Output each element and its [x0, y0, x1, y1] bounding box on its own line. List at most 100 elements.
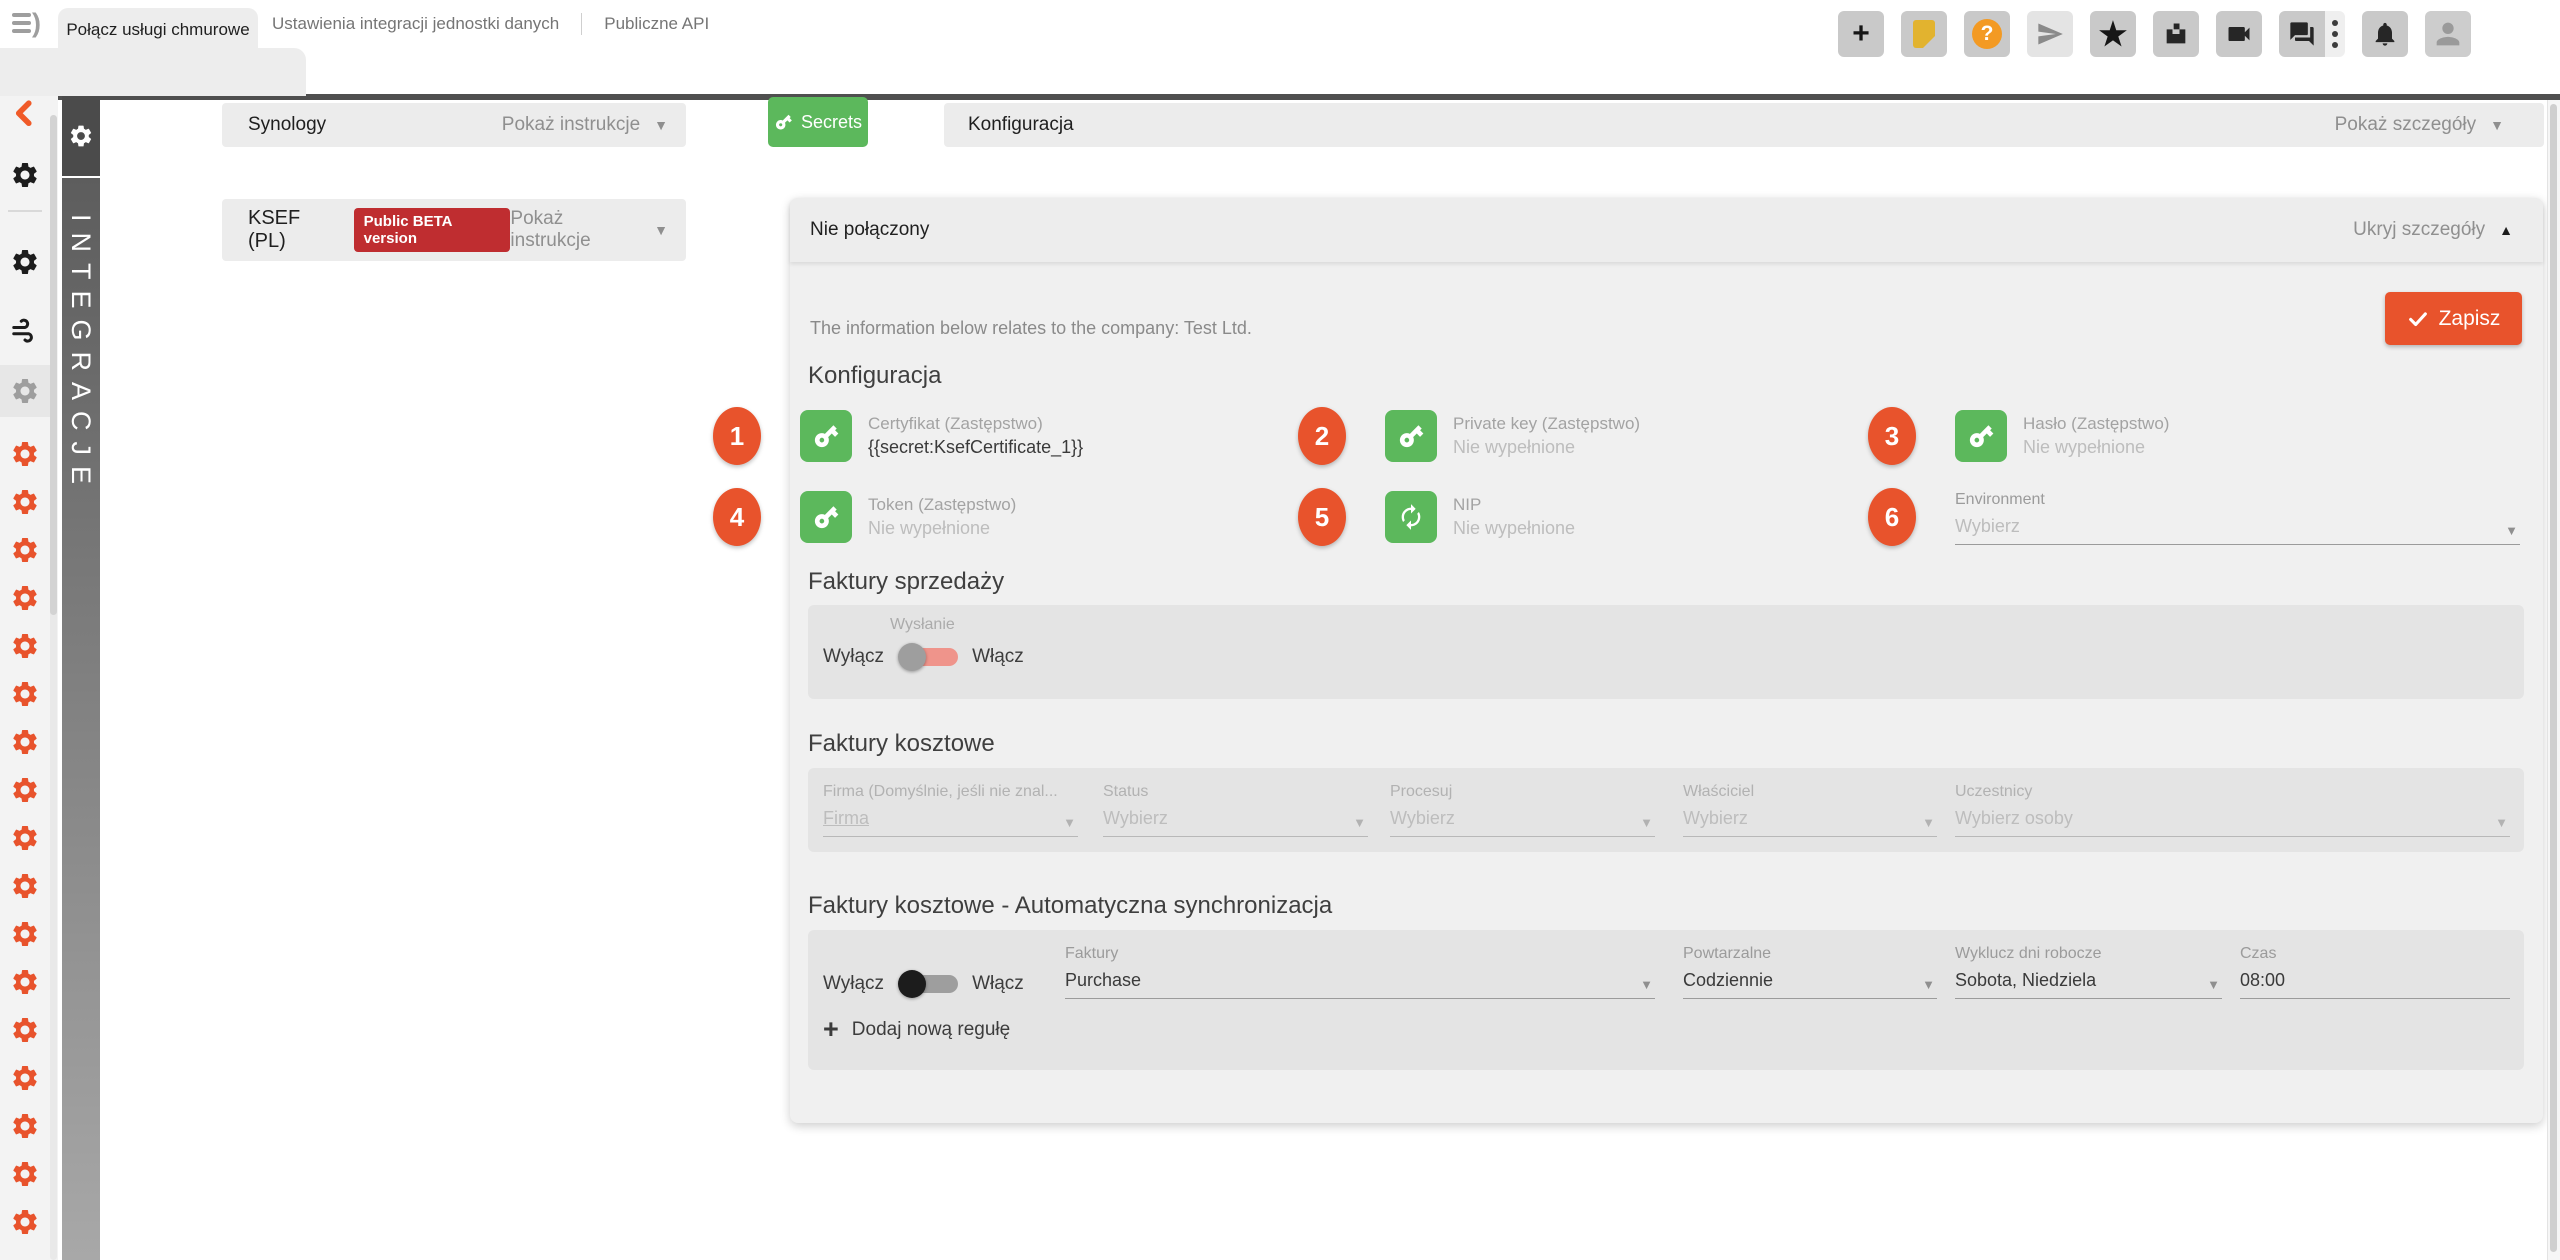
sidebar-item-settings-1[interactable] [0, 151, 50, 199]
integration-gear-icon[interactable] [0, 958, 50, 1006]
tab-data-unit-integration-settings[interactable]: Ustawienia integracji jednostki danych [272, 14, 559, 34]
sales-section-title: Faktury sprzedaży [808, 568, 1004, 596]
integration-gear-icon[interactable] [0, 718, 50, 766]
tab-public-api[interactable]: Publiczne API [604, 14, 709, 34]
chevron-down-icon[interactable]: ▼ [2490, 117, 2504, 133]
toggle-knob [898, 643, 926, 671]
secrets-button[interactable]: Secrets [768, 97, 868, 147]
sidebar-item-flow[interactable] [0, 306, 50, 354]
participants-select[interactable]: Uczestnicy Wybierz osoby ▼ [1955, 782, 2510, 837]
page-scrollbar-thumb[interactable] [2550, 104, 2557, 1252]
field-value: Nie wypełnione [1453, 515, 1575, 541]
show-details-link[interactable]: Pokaż szczegóły [2335, 114, 2477, 136]
field-label: NIP [1453, 494, 1575, 515]
status-select[interactable]: Status Wybierz ▼ [1103, 782, 1368, 837]
show-instructions-link[interactable]: Pokaż instrukcje [510, 208, 640, 252]
show-instructions-link[interactable]: Pokaż instrukcje [502, 114, 640, 136]
field-value: Nie wypełnione [2023, 434, 2169, 460]
hide-details-link[interactable]: Ukryj szczegóły [2353, 219, 2485, 241]
paper-plane-icon [2036, 20, 2064, 48]
config-field-certificate: 1 Certyfikat (Zastępstwo) {{secret:KsefC… [713, 407, 1083, 465]
chat-button[interactable] [2279, 11, 2325, 57]
notifications-button[interactable] [2362, 11, 2408, 57]
time-input[interactable]: Czas 08:00 [2240, 944, 2510, 999]
save-button[interactable]: Zapisz [2385, 292, 2522, 345]
private-key-button[interactable] [1385, 410, 1437, 462]
select-value: Wybierz [1103, 804, 1368, 832]
select-value: Wybierz [1955, 512, 2520, 540]
sync-toggle[interactable] [898, 970, 958, 998]
integration-gear-icon[interactable] [0, 1054, 50, 1102]
kebab-dot-icon [2332, 42, 2338, 48]
step-badge: 1 [713, 407, 761, 465]
more-options-button[interactable] [2325, 11, 2345, 57]
process-select[interactable]: Procesuj Wybierz ▼ [1390, 782, 1655, 837]
exclude-days-select[interactable]: Wyklucz dni robocze Sobota, Niedziela ▼ [1955, 944, 2222, 999]
environment-select[interactable]: Environment Wybierz ▼ [1955, 490, 2520, 545]
invoices-select[interactable]: Faktury Purchase ▼ [1065, 944, 1655, 999]
select-label: Environment [1955, 490, 2520, 510]
video-button[interactable] [2216, 11, 2262, 57]
integration-gear-icon[interactable] [0, 622, 50, 670]
account-button[interactable] [2425, 11, 2471, 57]
integration-gear-icon[interactable] [0, 670, 50, 718]
integration-gear-icon[interactable] [0, 1006, 50, 1054]
integrations-rail-header[interactable] [62, 96, 100, 176]
chevron-down-icon: ▼ [2207, 977, 2220, 992]
integrations-rail-bar: INTEGRACJE [62, 178, 100, 1260]
chevron-down-icon[interactable]: ▼ [654, 222, 668, 238]
sidebar-scrollbar-thumb[interactable] [50, 115, 57, 615]
key-icon [774, 112, 793, 132]
integration-gear-icon[interactable] [0, 1150, 50, 1198]
token-key-button[interactable] [800, 491, 852, 543]
integration-gear-icon[interactable] [0, 1102, 50, 1150]
add-rule-button[interactable]: + Dodaj nową regułę [823, 1016, 1010, 1043]
kebab-dot-icon [2332, 31, 2338, 37]
sidebar-item-integrations-active[interactable] [0, 367, 50, 415]
integration-gear-icon[interactable] [0, 430, 50, 478]
company-select[interactable]: Firma (Domyślnie, jeśli nie znal... Firm… [823, 782, 1078, 837]
sidebar-item-settings-2[interactable] [0, 238, 50, 286]
send-button[interactable] [2027, 11, 2073, 57]
notes-button[interactable] [1901, 11, 1947, 57]
integration-gear-icon[interactable] [0, 862, 50, 910]
owner-select[interactable]: Właściciel Wybierz ▼ [1683, 782, 1937, 837]
integration-gear-icon[interactable] [0, 910, 50, 958]
sidebar-divider [8, 210, 42, 212]
chat-bubbles-icon [2288, 20, 2316, 48]
password-key-button[interactable] [1955, 410, 2007, 462]
add-button[interactable]: + [1838, 11, 1884, 57]
integration-gear-icon[interactable] [0, 1198, 50, 1246]
ksef-panel: Nie połączony Ukryj szczegóły ▲ Zapisz T… [790, 198, 2543, 1123]
gear-icon [10, 160, 40, 190]
chevron-up-icon[interactable]: ▲ [2499, 222, 2513, 238]
chevron-down-icon: ▼ [2495, 815, 2508, 830]
integration-gear-icon[interactable] [0, 478, 50, 526]
step-badge: 3 [1868, 407, 1916, 465]
select-label: Status [1103, 782, 1368, 802]
key-icon [1397, 422, 1425, 450]
sync-icon [1397, 503, 1425, 531]
upload-box-button[interactable] [2153, 11, 2199, 57]
integration-gear-icon[interactable] [0, 814, 50, 862]
secrets-label: Secrets [801, 112, 862, 133]
integration-gear-icon[interactable] [0, 574, 50, 622]
menu-collapse-icon[interactable]: ) [12, 13, 41, 33]
plus-icon: + [1852, 19, 1870, 49]
certificate-key-button[interactable] [800, 410, 852, 462]
config-field-private-key: 2 Private key (Zastępstwo) Nie wypełnion… [1298, 407, 1640, 465]
flow-icon [10, 315, 40, 345]
integration-gear-icon[interactable] [0, 526, 50, 574]
plus-icon: + [823, 1016, 839, 1043]
help-button[interactable]: ? [1964, 11, 2010, 57]
note-icon [1913, 20, 1935, 48]
sales-send-toggle[interactable] [898, 643, 958, 671]
recurrence-select[interactable]: Powtarzalne Codziennie ▼ [1683, 944, 1937, 999]
favorites-button[interactable]: ★ [2090, 11, 2136, 57]
toggle-off-label: Wyłącz [823, 973, 884, 995]
integration-gear-icon[interactable] [0, 766, 50, 814]
chevron-down-icon[interactable]: ▼ [654, 117, 668, 133]
company-note: The information below relates to the com… [810, 318, 1252, 339]
nip-sync-button[interactable] [1385, 491, 1437, 543]
tab-connect-cloud-services[interactable]: Połącz usługi chmurowe [58, 8, 258, 52]
